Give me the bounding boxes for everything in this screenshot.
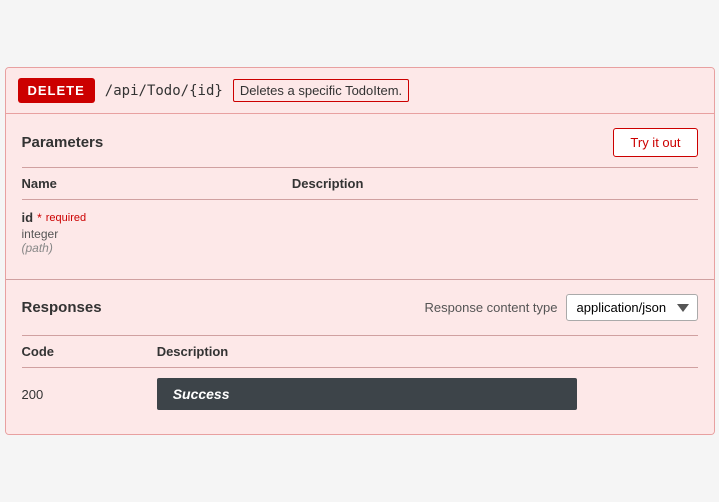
endpoint-description: Deletes a specific TodoItem. [233,79,409,102]
responses-title: Responses [22,299,102,316]
http-method-badge: DELETE [18,78,95,103]
parameters-title: Parameters [22,134,104,151]
params-column-headers: Name Description [22,168,698,200]
responses-section: Responses Response content type applicat… [6,280,714,434]
success-badge: Success [157,378,577,410]
required-star: * [37,211,42,225]
param-location: (path) [22,241,292,255]
param-description-cell [292,210,698,255]
param-name-line: id * required [22,210,292,225]
parameters-section-header: Parameters Try it out [22,128,698,157]
response-code: 200 [22,387,157,402]
col-header-code: Code [22,344,157,359]
param-name-cell: id * required integer (path) [22,210,292,255]
responses-column-headers: Code Description [22,336,698,368]
responses-section-header: Responses Response content type applicat… [22,294,698,321]
content-type-select[interactable]: application/json [566,294,698,321]
content-type-wrapper: Response content type application/json [425,294,698,321]
try-it-out-button[interactable]: Try it out [613,128,697,157]
content-type-label: Response content type [425,300,558,315]
responses-table: Code Description 200 Success [22,335,698,420]
parameters-table: Name Description id * required integer (… [22,167,698,265]
required-label: required [46,212,86,224]
param-row: id * required integer (path) [22,200,698,265]
col-header-description: Description [292,176,698,191]
param-type: integer [22,227,292,241]
parameters-section: Parameters Try it out Name Description i… [6,114,714,279]
param-name: id [22,210,34,225]
api-endpoint-panel: DELETE /api/Todo/{id} Deletes a specific… [5,67,715,435]
response-description: Success [157,378,698,410]
endpoint-path: /api/Todo/{id} [105,83,223,99]
response-row: 200 Success [22,368,698,420]
col-header-name: Name [22,176,292,191]
col-header-desc: Description [157,344,698,359]
endpoint-header: DELETE /api/Todo/{id} Deletes a specific… [6,68,714,114]
